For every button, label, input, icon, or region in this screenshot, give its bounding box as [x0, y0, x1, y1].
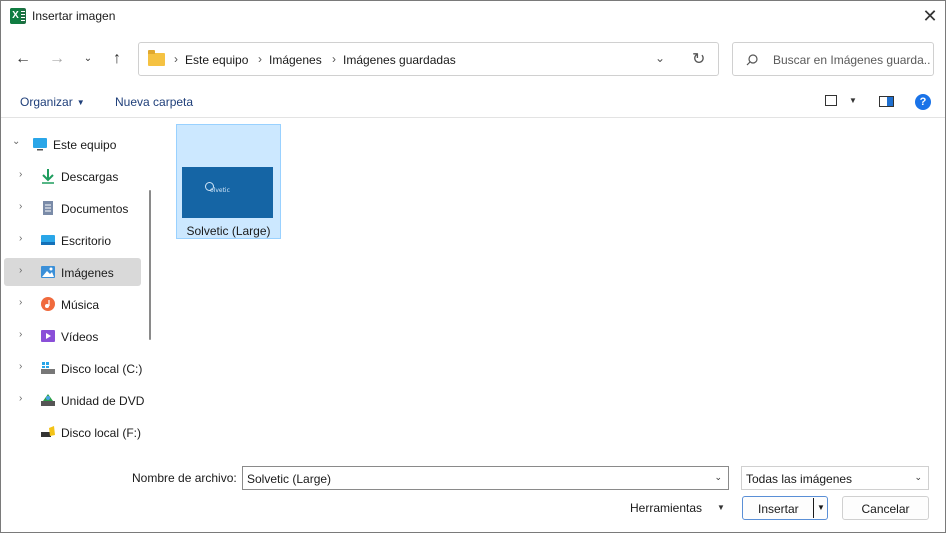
- window-title: Insertar imagen: [32, 9, 116, 23]
- filename-input[interactable]: Solvetic (Large) ⌄: [242, 466, 729, 490]
- chevron-right-icon[interactable]: ›: [19, 233, 22, 244]
- recent-locations-chevron-icon[interactable]: ⌄: [74, 45, 102, 73]
- sidebar-item-label: Disco local (C:): [61, 362, 143, 376]
- chevron-right-icon[interactable]: ›: [19, 169, 22, 180]
- organize-label: Organizar: [20, 95, 73, 109]
- title-bar: Insertar imagen ✕: [1, 1, 945, 32]
- breadcrumb-separator: ›: [332, 52, 336, 66]
- close-button[interactable]: ✕: [915, 1, 945, 31]
- preview-pane-icon[interactable]: [879, 96, 894, 107]
- usb-drive-icon: [41, 426, 55, 437]
- breadcrumb-este-equipo[interactable]: Este equipo: [185, 53, 248, 67]
- caret-down-icon: ▼: [76, 98, 85, 107]
- refresh-icon[interactable]: ↻: [692, 49, 705, 69]
- tools-caret-icon[interactable]: ▼: [717, 503, 725, 512]
- sidebar-item-label: Este equipo: [53, 138, 117, 152]
- drive-icon: [41, 362, 55, 374]
- sidebar-item-documentos[interactable]: › Documentos: [4, 194, 141, 222]
- forward-arrow-icon[interactable]: →: [43, 45, 71, 73]
- sidebar-scrollbar[interactable]: [149, 190, 151, 340]
- split-button-divider: [813, 498, 814, 518]
- folder-icon: [148, 50, 165, 66]
- expand-chevron-icon[interactable]: ⌄: [12, 136, 20, 147]
- organize-menu[interactable]: Organizar ▼: [20, 95, 85, 109]
- sidebar-item-label: Escritorio: [61, 234, 112, 248]
- sidebar-item-videos[interactable]: › Vídeos: [4, 322, 141, 350]
- sidebar-item-label: Vídeos: [61, 330, 99, 344]
- sidebar-item-descargas[interactable]: › Descargas: [4, 162, 141, 190]
- back-arrow-icon[interactable]: ←: [9, 45, 37, 73]
- chevron-right-icon[interactable]: ›: [19, 393, 22, 404]
- breadcrumb-separator: ›: [258, 52, 262, 66]
- sidebar-item-imagenes[interactable]: › Imágenes: [4, 258, 141, 286]
- file-name: Solvetic (Large): [186, 224, 271, 238]
- filename-value: Solvetic (Large): [247, 472, 332, 486]
- computer-icon: [33, 138, 47, 151]
- breadcrumb-imagenes[interactable]: Imágenes: [269, 53, 322, 67]
- file-type-filter-value: Todas las imágenes: [746, 472, 853, 486]
- sidebar-item-label: Música: [61, 298, 100, 312]
- sidebar-item-label: Imágenes: [61, 266, 114, 280]
- up-arrow-icon[interactable]: ↑: [103, 45, 131, 73]
- music-icon: [41, 297, 55, 311]
- sidebar-item-disco-f[interactable]: Disco local (F:): [4, 418, 141, 446]
- tools-menu-button[interactable]: Herramientas: [630, 501, 702, 515]
- search-input[interactable]: Buscar en Imágenes guarda...: [732, 42, 934, 76]
- chevron-right-icon[interactable]: ›: [19, 201, 22, 212]
- insert-image-dialog: Insertar imagen ✕ ← → ⌄ ↑ › Este equipo …: [0, 0, 946, 533]
- chevron-down-icon: ⌄: [914, 472, 922, 482]
- sidebar-item-musica[interactable]: › Música: [4, 290, 141, 318]
- help-icon[interactable]: ?: [915, 94, 931, 110]
- chevron-right-icon[interactable]: ›: [19, 329, 22, 340]
- file-item-solvetic-large[interactable]: olvetic Solvetic (Large): [176, 124, 281, 239]
- video-icon: [41, 330, 55, 342]
- chevron-right-icon[interactable]: ›: [19, 297, 22, 308]
- address-history-dropdown-icon[interactable]: ⌄: [655, 51, 665, 65]
- thumbnail-logo-text: olvetic: [210, 187, 230, 194]
- navigation-pane: ⌄ Este equipo › Descargas › Documentos ›…: [1, 125, 151, 445]
- dvd-icon: [41, 394, 55, 406]
- insert-options-caret-icon[interactable]: ▼: [817, 503, 825, 512]
- sidebar-item-label: Descargas: [61, 170, 119, 184]
- sidebar-item-disco-c[interactable]: › Disco local (C:): [4, 354, 143, 382]
- excel-icon: [10, 8, 26, 24]
- search-icon: [746, 54, 758, 66]
- sidebar-item-label: Documentos: [61, 202, 129, 216]
- chevron-right-icon[interactable]: ›: [19, 361, 22, 372]
- chevron-right-icon[interactable]: ›: [19, 265, 22, 276]
- sidebar-item-este-equipo[interactable]: ⌄ Este equipo: [4, 130, 141, 158]
- breadcrumb-imagenes-guardadas[interactable]: Imágenes guardadas: [343, 53, 456, 67]
- new-folder-button[interactable]: Nueva carpeta: [115, 95, 193, 109]
- insert-button[interactable]: Insertar ▼: [742, 496, 828, 520]
- breadcrumb-separator: ›: [174, 52, 178, 66]
- insert-label: Insertar: [758, 502, 799, 516]
- divider: [1, 117, 945, 118]
- cancel-button[interactable]: Cancelar: [842, 496, 929, 520]
- download-icon: [42, 169, 54, 184]
- sidebar-item-label: Disco local (F:): [61, 426, 142, 440]
- view-options-caret-icon[interactable]: ▼: [849, 96, 857, 105]
- document-icon: [43, 201, 53, 215]
- sidebar-item-label: Unidad de DVD: [61, 394, 145, 408]
- file-type-filter-select[interactable]: Todas las imágenes ⌄: [741, 466, 929, 490]
- change-view-icon[interactable]: [825, 95, 837, 106]
- filename-history-chevron-icon[interactable]: ⌄: [714, 472, 722, 483]
- filename-label: Nombre de archivo:: [132, 471, 237, 485]
- pictures-icon: [41, 266, 55, 278]
- desktop-icon: [41, 235, 55, 245]
- sidebar-item-dvd[interactable]: › Unidad de DVD: [4, 386, 145, 414]
- image-thumbnail: olvetic: [182, 167, 273, 218]
- sidebar-item-escritorio[interactable]: › Escritorio: [4, 226, 141, 254]
- cancel-label: Cancelar: [861, 502, 910, 516]
- search-placeholder: Buscar en Imágenes guarda...: [773, 53, 931, 67]
- address-bar[interactable]: › Este equipo › Imágenes › Imágenes guar…: [138, 42, 719, 76]
